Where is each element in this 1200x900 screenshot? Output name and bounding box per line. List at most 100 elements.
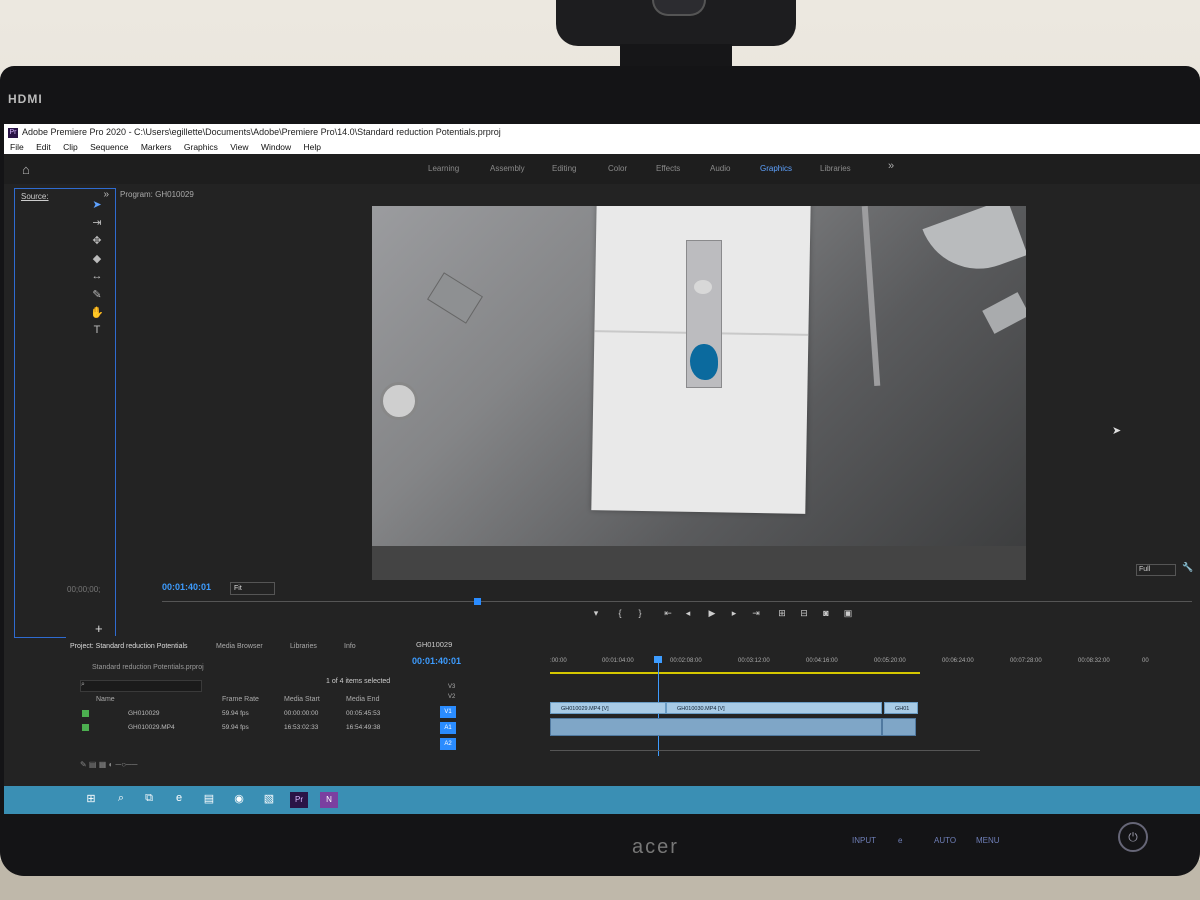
photos-icon[interactable]: ▧ (260, 792, 278, 808)
go-to-in-icon[interactable]: ⇤ (660, 608, 676, 619)
col-media-end[interactable]: Media End (346, 696, 379, 703)
time-ruler[interactable]: :00:00 00:01:04:00 00:02:08:00 00:03:12:… (550, 658, 1150, 668)
col-name[interactable]: Name (96, 696, 115, 703)
zoom-fit-dropdown[interactable]: Fit (230, 582, 275, 595)
scrubber-playhead[interactable] (474, 598, 481, 605)
go-to-out-icon[interactable]: ⇥ (748, 608, 764, 619)
menu-window[interactable]: Window (261, 142, 291, 152)
hand-tool-icon[interactable]: ✋ (88, 306, 106, 322)
menu-markers[interactable]: Markers (141, 142, 172, 152)
track-a2[interactable]: A2 (440, 738, 456, 750)
lift-icon[interactable]: ⊞ (774, 608, 790, 619)
edge-browser-icon[interactable]: e (170, 792, 188, 808)
monitor-menu-button[interactable]: MENU (976, 836, 1000, 845)
tab-libraries[interactable]: Libraries (290, 643, 317, 650)
menu-view[interactable]: View (230, 142, 248, 152)
track-v2[interactable]: V2 (448, 694, 455, 700)
timeline-scrollbar[interactable] (550, 750, 980, 751)
search-icon[interactable]: ⌕ (112, 792, 130, 808)
title-bar: Pr Adobe Premiere Pro 2020 - C:\Users\egi… (4, 124, 1200, 140)
monitor-auto-button[interactable]: AUTO (934, 836, 956, 845)
col-media-start[interactable]: Media Start (284, 696, 320, 703)
track-a1[interactable]: A1 (440, 722, 456, 734)
video-clip[interactable]: GH01 (884, 702, 918, 714)
workspace-graphics[interactable]: Graphics (760, 164, 792, 173)
ripple-edit-tool-icon[interactable]: ✥ (88, 234, 106, 250)
razor-tool-icon[interactable]: ◆ (88, 252, 106, 268)
extract-icon[interactable]: ⊟ (796, 608, 812, 619)
tab-source[interactable]: Source: (21, 192, 49, 201)
workspace-audio[interactable]: Audio (710, 164, 730, 173)
premiere-taskbar-icon[interactable]: Pr (290, 792, 308, 808)
menu-graphics[interactable]: Graphics (184, 142, 218, 152)
selection-tool-icon[interactable]: ➤ (88, 198, 106, 214)
chrome-icon[interactable]: ◉ (230, 792, 248, 808)
tab-info[interactable]: Info (344, 643, 356, 650)
pen-tool-icon[interactable]: ✎ (88, 288, 106, 304)
tab-project[interactable]: Project: Standard reduction Potentials (70, 643, 188, 650)
onenote-icon[interactable]: N (320, 792, 338, 808)
task-view-icon[interactable]: ⧉ (140, 792, 158, 808)
timeline-timecode[interactable]: 00:01:40:01 (412, 656, 461, 666)
slip-tool-icon[interactable]: ↔ (88, 270, 106, 286)
tab-media-browser[interactable]: Media Browser (216, 643, 263, 650)
monitor-brand: acer (632, 836, 679, 858)
work-area-bar[interactable] (550, 672, 920, 674)
step-forward-icon[interactable]: ▸ (726, 608, 742, 619)
workspace-color[interactable]: Color (608, 164, 627, 173)
menu-sequence[interactable]: Sequence (90, 142, 128, 152)
step-back-icon[interactable]: ◂ (680, 608, 696, 619)
settings-wrench-icon[interactable]: 🔧 (1182, 562, 1193, 573)
add-button[interactable]: + (95, 621, 103, 636)
power-icon[interactable]: ⏻ (1118, 822, 1148, 852)
video-clip[interactable]: GH010029.MP4 [V] (550, 702, 666, 714)
table-row[interactable]: GH010029.MP4 59.94 fps 16:53:02:33 16:54… (80, 722, 390, 734)
table-row[interactable]: GH010029 59.94 fps 00:00:00:00 00:05:45:… (80, 708, 390, 720)
menu-file[interactable]: File (10, 142, 24, 152)
menu-edit[interactable]: Edit (36, 142, 51, 152)
menu-clip[interactable]: Clip (63, 142, 78, 152)
file-explorer-icon[interactable]: ▤ (200, 792, 218, 808)
menu-help[interactable]: Help (304, 142, 321, 152)
project-panel-tabs: Project: Standard reduction Potentials M… (66, 640, 396, 654)
program-timecode[interactable]: 00:01:40:01 (162, 582, 211, 592)
row-name: GH010029 (128, 710, 160, 717)
workspace-effects[interactable]: Effects (656, 164, 680, 173)
row-start: 00:00:00:00 (284, 710, 319, 717)
track-v3[interactable]: V3 (448, 684, 455, 690)
track-select-tool-icon[interactable]: ⇥ (88, 216, 106, 232)
blue-drop (690, 344, 718, 380)
workspace-assembly[interactable]: Assembly (490, 164, 525, 173)
audio-clip[interactable] (550, 718, 882, 736)
monitor-e-button[interactable]: e (898, 836, 902, 845)
export-frame-icon[interactable]: ◙ (818, 608, 834, 618)
mark-out-icon[interactable]: } (632, 608, 648, 618)
small-slide (427, 272, 483, 324)
track-v1[interactable]: V1 (440, 706, 456, 718)
mark-in-icon[interactable]: { (612, 608, 628, 618)
home-icon[interactable]: ⌂ (22, 162, 30, 177)
ruler-tick: 00:02:08:00 (670, 658, 702, 664)
workspace-learning[interactable]: Learning (428, 164, 459, 173)
play-icon[interactable]: ▶ (704, 608, 720, 619)
program-monitor-title: Program: GH010029 (120, 190, 194, 199)
sequence-tab[interactable]: GH010029 (416, 640, 452, 649)
monitor-input-button[interactable]: INPUT (852, 836, 876, 845)
selection-count: 1 of 4 items selected (326, 678, 391, 685)
audio-clip[interactable] (882, 718, 916, 736)
type-tool-icon[interactable]: T (88, 324, 106, 340)
program-scrubber[interactable] (162, 598, 1192, 606)
add-marker-icon[interactable]: ▾ (588, 608, 604, 619)
workspace-editing[interactable]: Editing (552, 164, 576, 173)
resolution-dropdown[interactable]: Full (1136, 564, 1176, 576)
video-clip[interactable]: GH010030.MP4 [V] (666, 702, 882, 714)
windows-start-icon[interactable]: ⊞ (82, 792, 100, 808)
more-workspaces-icon[interactable]: » (888, 160, 894, 172)
compare-view-icon[interactable]: ▣ (840, 608, 856, 619)
project-search-input[interactable]: ⌕ (80, 680, 202, 692)
col-frame-rate[interactable]: Frame Rate (222, 696, 259, 703)
webcam-lens (652, 0, 706, 16)
label-color-swatch (82, 724, 89, 731)
workspace-libraries[interactable]: Libraries (820, 164, 851, 173)
ruler-tick: 00:07:28:00 (1010, 658, 1042, 664)
